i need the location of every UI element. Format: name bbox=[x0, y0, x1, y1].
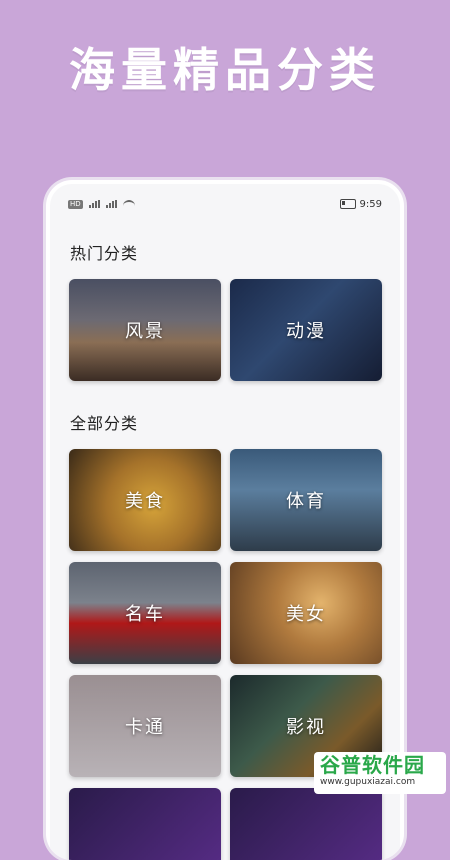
category-label: 美女 bbox=[286, 604, 326, 625]
section-title-all: 全部分类 bbox=[70, 414, 139, 433]
signal-icon bbox=[88, 200, 100, 208]
signal-icon-2 bbox=[105, 200, 117, 208]
promo-title: 海量精品分类 bbox=[69, 43, 381, 97]
watermark-title: 谷普软件园 bbox=[320, 753, 425, 777]
category-label: 名车 bbox=[125, 604, 165, 625]
category-label: 风景 bbox=[125, 321, 165, 342]
wifi-icon bbox=[122, 200, 135, 208]
category-label: 卡通 bbox=[125, 717, 165, 738]
category-tile-partial-2[interactable] bbox=[230, 788, 382, 860]
category-tile-cars[interactable]: 名车 bbox=[69, 562, 221, 664]
category-tile-food[interactable]: 美食 bbox=[69, 449, 221, 551]
site-watermark: 谷普软件园 www.gupuxiazai.com bbox=[314, 752, 446, 794]
watermark-url: www.gupuxiazai.com bbox=[320, 777, 416, 787]
network-badge: HD bbox=[68, 199, 83, 209]
category-tile-partial[interactable] bbox=[69, 788, 221, 860]
category-label: 美食 bbox=[125, 491, 165, 512]
status-right: 9:59 bbox=[339, 198, 382, 210]
category-label: 影视 bbox=[286, 717, 326, 738]
category-tile-anime[interactable]: 动漫 bbox=[230, 279, 382, 381]
status-indicators: HD bbox=[68, 199, 135, 209]
category-tile-beauty[interactable]: 美女 bbox=[230, 562, 382, 664]
category-label: 动漫 bbox=[286, 321, 326, 342]
status-time: 9:59 bbox=[359, 198, 382, 210]
status-bar: HD 9:59 bbox=[50, 184, 400, 224]
section-title-hot: 热门分类 bbox=[70, 244, 139, 263]
battery-icon bbox=[339, 199, 356, 209]
category-tile-cartoon[interactable]: 卡通 bbox=[69, 675, 221, 777]
category-tile-scenery[interactable]: 风景 bbox=[69, 279, 221, 381]
category-label: 体育 bbox=[286, 491, 326, 512]
category-tile-sports[interactable]: 体育 bbox=[230, 449, 382, 551]
